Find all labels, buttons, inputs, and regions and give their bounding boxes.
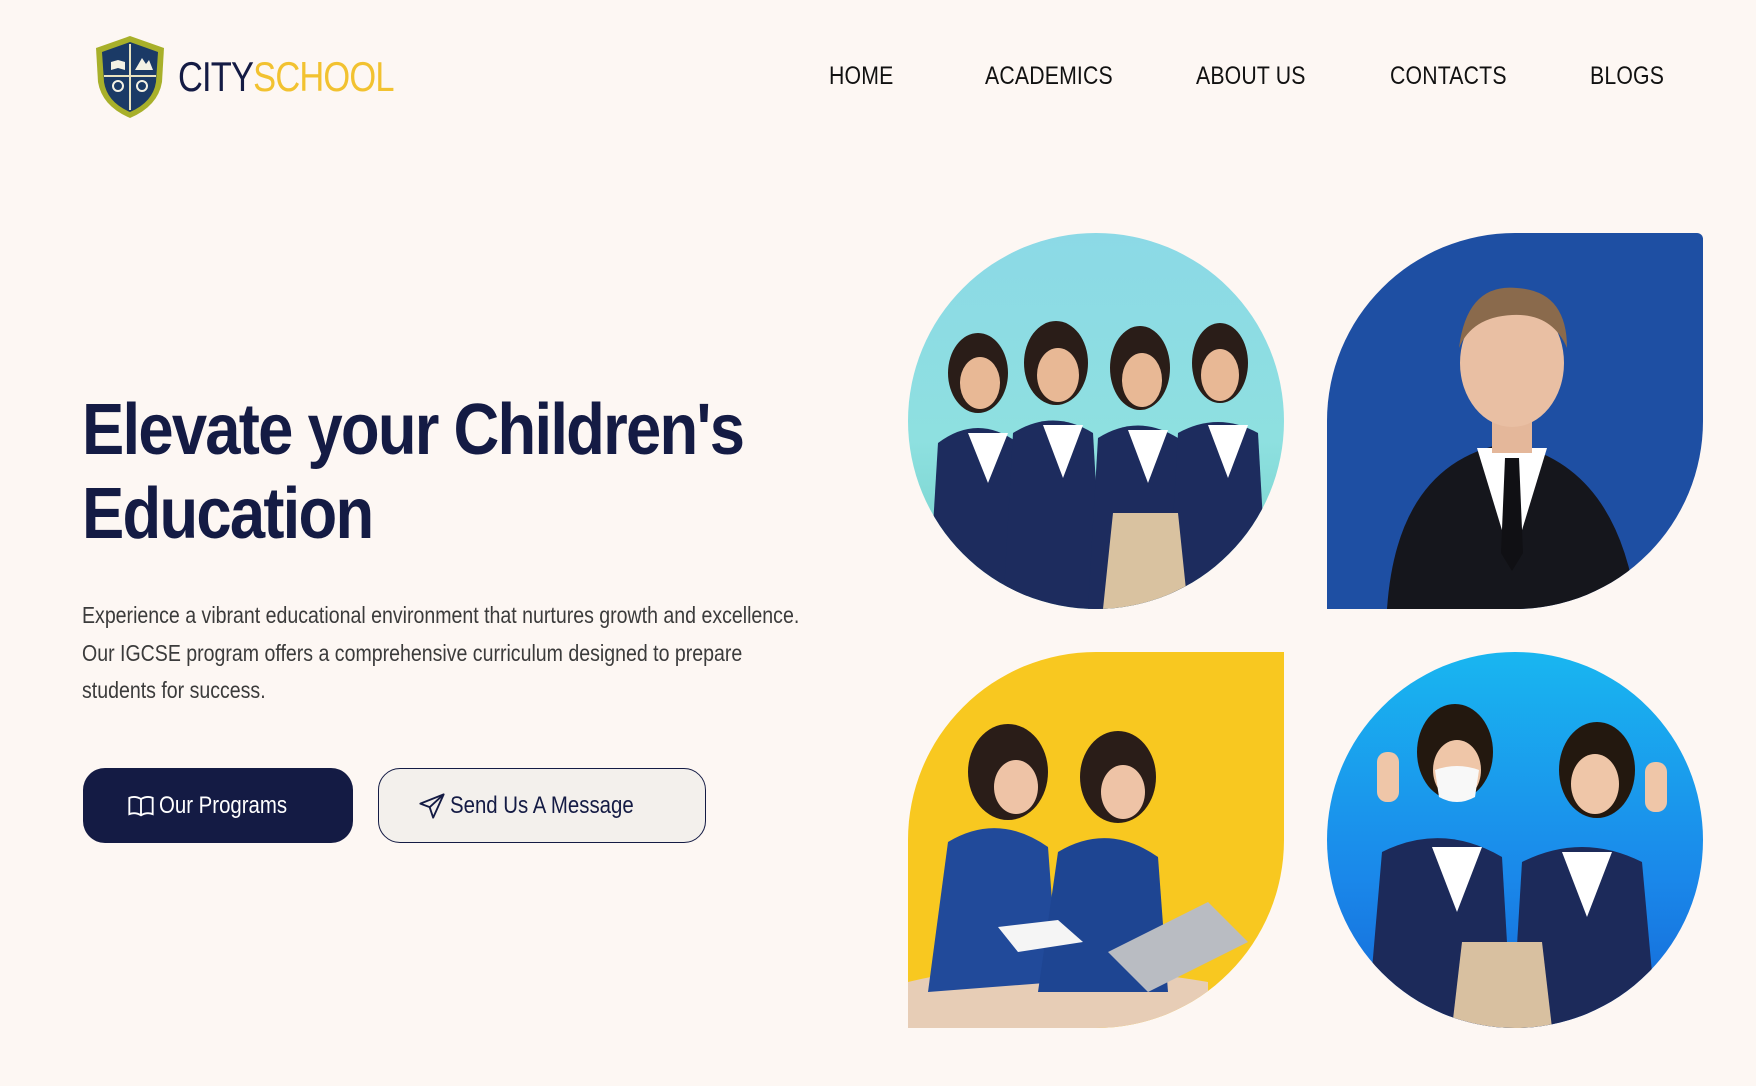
hero-title: Elevate your Children's Education xyxy=(82,388,751,556)
our-programs-button[interactable]: Our Programs xyxy=(83,768,353,843)
hero-subtitle-line-2: Our IGCSE program offers a comprehensive… xyxy=(82,639,743,666)
students-group-illustration xyxy=(928,321,1268,609)
send-message-button[interactable]: Send Us A Message xyxy=(378,768,706,843)
students-group-photo xyxy=(908,233,1284,609)
students-peace-sign-illustration xyxy=(1367,704,1667,1028)
hero-title-line-2: Education xyxy=(82,474,374,554)
send-message-label: Send Us A Message xyxy=(449,791,634,819)
teacher-portrait-illustration xyxy=(1387,287,1637,609)
hero-subtitle-line-3: students for success. xyxy=(82,677,266,703)
students-studying-photo xyxy=(908,652,1284,1028)
nav-item-about-us[interactable]: ABOUT US xyxy=(1196,62,1306,91)
students-peace-sign-photo xyxy=(1327,652,1703,1028)
main-nav: HOME ACADEMICS ABOUT US CONTACTS BLOGS xyxy=(0,62,1756,96)
nav-item-blogs[interactable]: BLOGS xyxy=(1590,62,1664,91)
hero-subtitle: Experience a vibrant educational environ… xyxy=(82,597,864,710)
nav-item-home[interactable]: HOME xyxy=(829,62,893,91)
students-studying-illustration xyxy=(908,724,1248,1028)
site-header: CITYSCHOOL HOME ACADEMICS ABOUT US CONTA… xyxy=(0,0,1756,160)
nav-item-academics[interactable]: ACADEMICS xyxy=(985,62,1113,91)
book-open-icon xyxy=(128,795,154,816)
teacher-portrait-photo xyxy=(1327,233,1703,609)
our-programs-label: Our Programs xyxy=(158,791,287,819)
nav-item-contacts[interactable]: CONTACTS xyxy=(1390,62,1507,91)
hero-title-line-1: Elevate your Children's xyxy=(82,390,745,470)
hero-subtitle-line-1: Experience a vibrant educational environ… xyxy=(82,602,800,628)
send-icon xyxy=(419,792,445,819)
